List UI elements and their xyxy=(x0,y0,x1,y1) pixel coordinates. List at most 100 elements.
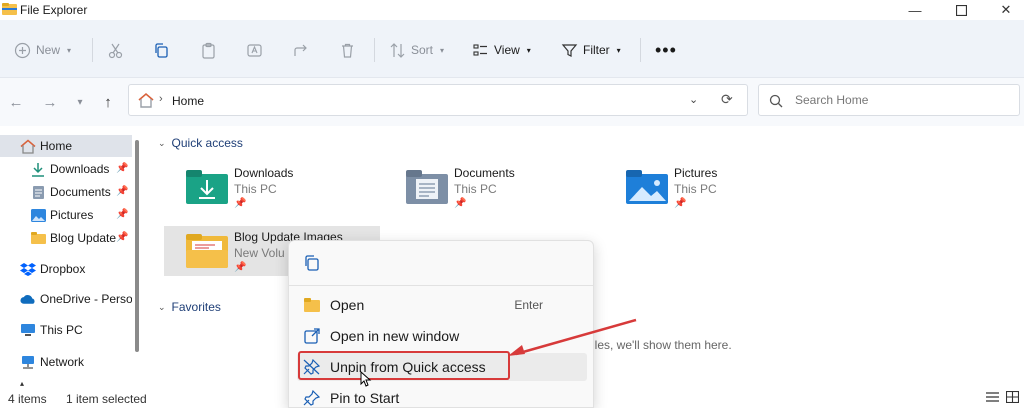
quick-access-label: Quick access xyxy=(171,136,243,150)
sidebar-item-label: Documents xyxy=(50,185,111,199)
recent-locations-button[interactable]: ▾ xyxy=(68,90,92,114)
search-input[interactable] xyxy=(795,93,1005,107)
filter-icon xyxy=(561,43,578,57)
up-button[interactable]: ↑ xyxy=(96,90,120,114)
copy-icon[interactable] xyxy=(303,254,321,272)
sidebar-item-home[interactable]: Home xyxy=(0,135,132,157)
sidebar-item-pictures[interactable]: Pictures 📌 xyxy=(0,204,132,226)
downloads-folder-icon xyxy=(186,170,228,204)
tile-pictures[interactable]: Pictures This PC 📌 xyxy=(604,162,820,212)
maximize-button[interactable] xyxy=(941,0,981,20)
view-label: View xyxy=(494,43,520,57)
sidebar-item-downloads[interactable]: Downloads 📌 xyxy=(0,158,132,180)
menu-item-pin-to-start[interactable]: Pin to Start xyxy=(297,384,587,408)
refresh-button[interactable]: ⟳ xyxy=(721,91,733,108)
cut-button[interactable] xyxy=(107,38,124,62)
menu-item-label: Open in new window xyxy=(330,328,460,344)
selection-count: 1 item selected xyxy=(66,392,147,406)
tile-location: This PC xyxy=(674,182,717,196)
sidebar-item-onedrive[interactable]: OneDrive - Person xyxy=(0,288,132,310)
address-bar[interactable]: › Home ⌄ ⟳ xyxy=(128,84,748,116)
divider xyxy=(92,38,93,62)
tile-downloads[interactable]: Downloads This PC 📌 xyxy=(164,162,380,212)
tile-location: New Volu xyxy=(234,246,285,260)
download-icon xyxy=(30,161,46,177)
chevron-down-icon: ▾ xyxy=(77,96,83,108)
clipboard-icon xyxy=(202,42,215,59)
sidebar-item-label: Pictures xyxy=(50,208,94,222)
view-button[interactable]: View ▾ xyxy=(472,38,531,62)
maximize-icon xyxy=(955,4,967,16)
sidebar-item-this-pc[interactable]: This PC xyxy=(0,319,132,341)
sidebar-item-label: Blog Update xyxy=(50,231,117,245)
minimize-button[interactable]: — xyxy=(895,0,935,20)
address-history-button[interactable]: ⌄ xyxy=(689,93,698,106)
scissors-icon xyxy=(108,43,123,58)
menu-item-open[interactable]: Open Enter xyxy=(297,291,587,319)
tiles-view-icon xyxy=(1005,390,1020,404)
tile-location: This PC xyxy=(454,182,497,196)
close-button[interactable]: ✕ xyxy=(986,0,1024,20)
documents-folder-icon xyxy=(406,170,448,204)
new-button[interactable]: New ▾ xyxy=(14,38,71,62)
pin-icon: 📌 xyxy=(674,198,687,209)
file-explorer-icon xyxy=(2,3,17,15)
tile-location: This PC xyxy=(234,182,277,196)
arrow-up-icon: ↑ xyxy=(104,93,112,111)
title-bar: File Explorer — ✕ xyxy=(0,0,1024,20)
sidebar-item-blog-update[interactable]: Blog Update 📌 xyxy=(0,227,132,249)
view-list-icon xyxy=(473,43,487,56)
favorites-header[interactable]: ⌄ Favorites xyxy=(158,300,221,314)
delete-button[interactable] xyxy=(339,38,356,62)
details-view-button[interactable] xyxy=(986,391,999,406)
sidebar-item-label: OneDrive - Person xyxy=(40,292,132,306)
pin-icon: 📌 xyxy=(454,198,467,209)
sidebar-scrollbar[interactable] xyxy=(135,140,139,352)
filter-button[interactable]: Filter ▾ xyxy=(561,38,621,62)
sidebar-item-network[interactable]: Network xyxy=(0,351,132,373)
pin-icon xyxy=(303,390,321,406)
tile-name: Pictures xyxy=(674,166,718,180)
annotation-arrow-icon xyxy=(508,318,637,356)
navigation-pane: Home Downloads 📌 Documents 📌 Pictures 📌 … xyxy=(0,126,148,388)
mouse-pointer-icon xyxy=(360,371,372,387)
chevron-down-icon: ⌄ xyxy=(158,301,166,312)
sidebar-item-dropbox[interactable]: Dropbox xyxy=(0,258,132,280)
folder-icon xyxy=(186,234,228,268)
window-title: File Explorer xyxy=(20,3,88,17)
quick-access-header[interactable]: ⌄ Quick access xyxy=(158,136,243,150)
tiles-view-button[interactable] xyxy=(1005,390,1020,406)
menu-item-label: Open xyxy=(330,297,365,313)
sort-button[interactable]: Sort ▾ xyxy=(389,38,444,62)
new-label: New xyxy=(36,43,61,57)
sidebar-item-label: Downloads xyxy=(50,162,110,176)
sidebar-item-documents[interactable]: Documents 📌 xyxy=(0,181,132,203)
paste-button[interactable] xyxy=(200,38,217,62)
search-box[interactable] xyxy=(758,84,1020,116)
plus-circle-icon xyxy=(14,42,31,58)
breadcrumb-home[interactable]: Home xyxy=(172,94,204,108)
menu-item-shortcut: Enter xyxy=(514,298,543,312)
filter-label: Filter xyxy=(583,43,610,57)
tile-documents[interactable]: Documents This PC 📌 xyxy=(384,162,600,212)
sidebar-item-label: This PC xyxy=(40,323,83,337)
tile-name: Documents xyxy=(454,166,515,180)
copy-button[interactable] xyxy=(153,38,170,62)
pin-icon: 📌 xyxy=(116,232,129,243)
sort-label: Sort xyxy=(411,43,434,57)
pin-icon: 📌 xyxy=(116,163,129,174)
more-options-button[interactable]: ••• xyxy=(655,38,677,62)
trash-icon xyxy=(342,43,353,58)
arrow-right-icon: → xyxy=(42,93,58,111)
copy-icon xyxy=(155,42,168,58)
favorites-label: Favorites xyxy=(171,300,221,314)
back-button[interactable]: ← xyxy=(4,90,28,114)
rename-button[interactable] xyxy=(246,38,263,62)
divider xyxy=(374,38,375,62)
home-icon xyxy=(20,138,36,154)
share-button[interactable] xyxy=(292,38,309,62)
pictures-folder-icon xyxy=(626,170,668,204)
rename-icon xyxy=(247,43,262,57)
chevron-up-icon: ▴ xyxy=(20,378,25,388)
forward-button[interactable]: → xyxy=(38,90,62,114)
